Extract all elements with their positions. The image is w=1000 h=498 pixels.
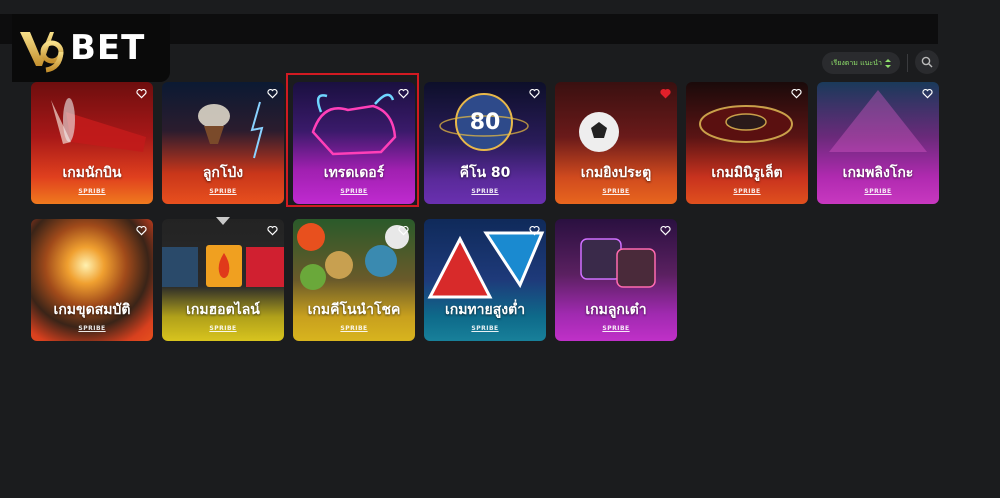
game-provider: SPRIBE: [209, 325, 237, 332]
game-card-goal[interactable]: เกมยิงประตู SPRIBE: [555, 82, 677, 204]
game-art-dice: [555, 219, 677, 341]
game-art-keno-ball: 80: [424, 82, 546, 204]
favorite-heart-icon[interactable]: [398, 225, 409, 236]
game-art-explosion: [31, 219, 153, 341]
game-card-hotline[interactable]: เกมฮอตไลน์ SPRIBE: [162, 219, 284, 341]
favorite-heart-icon[interactable]: [791, 88, 802, 99]
game-title: เกมลูกเต๋า: [585, 302, 647, 318]
sort-arrows-icon: [884, 58, 891, 68]
game-title: เกมขุดสมบัติ: [53, 302, 131, 318]
game-provider: SPRIBE: [864, 188, 892, 195]
keno-ball-number: 80: [469, 110, 501, 135]
game-card-hi-lo[interactable]: เกมทายสูงต่ำ SPRIBE: [424, 219, 546, 341]
sort-button[interactable]: เรียงตาม แนะนำ: [822, 52, 900, 74]
favorite-heart-icon[interactable]: [267, 88, 278, 99]
game-provider: SPRIBE: [602, 188, 630, 195]
toolbar-divider: [907, 54, 908, 72]
game-card-plinko[interactable]: เกมพลิงโกะ SPRIBE: [817, 82, 939, 204]
game-card-keno-lucky[interactable]: เกมคีโนนำโชค SPRIBE: [293, 219, 415, 341]
game-card-balloon[interactable]: ลูกโป่ง SPRIBE: [162, 82, 284, 204]
favorite-heart-icon[interactable]: [660, 225, 671, 236]
game-art-soccer-ball: [555, 82, 677, 204]
game-card-mini-roulette[interactable]: เกมมินิรูเล็ต SPRIBE: [686, 82, 808, 204]
sort-label: เรียงตาม แนะนำ: [831, 58, 882, 67]
game-art-airplane: [31, 82, 153, 204]
game-card-aviator[interactable]: เกมนักบิน SPRIBE: [31, 82, 153, 204]
favorite-heart-icon[interactable]: [660, 88, 671, 99]
game-art-lottery-balls: [293, 219, 415, 341]
game-provider: SPRIBE: [78, 325, 106, 332]
game-art-plinko: [817, 82, 939, 204]
game-provider: SPRIBE: [602, 325, 630, 332]
game-title: เกมคีโนนำโชค: [307, 302, 401, 318]
favorite-heart-icon[interactable]: [529, 225, 540, 236]
game-provider: SPRIBE: [471, 188, 499, 195]
game-title: เกมนักบิน: [62, 165, 122, 181]
logo[interactable]: BET: [12, 14, 170, 82]
game-title: เกมมินิรูเล็ต: [711, 165, 783, 181]
game-card-dice[interactable]: เกมลูกเต๋า SPRIBE: [555, 219, 677, 341]
game-provider: SPRIBE: [340, 325, 368, 332]
game-title: เกมพลิงโกะ: [842, 165, 914, 181]
pointer-triangle-icon: [216, 217, 230, 225]
favorite-heart-icon[interactable]: [136, 225, 147, 236]
game-art-hotline: [162, 219, 284, 341]
game-title: คีโน 80: [459, 165, 511, 181]
game-title: เกมฮอตไลน์: [186, 302, 260, 318]
game-art-balloon: [162, 82, 284, 204]
game-provider: SPRIBE: [78, 188, 106, 195]
game-provider: SPRIBE: [733, 188, 761, 195]
favorite-heart-icon[interactable]: [267, 225, 278, 236]
game-card-keno-80[interactable]: 80 คีโน 80 SPRIBE: [424, 82, 546, 204]
favorite-heart-icon[interactable]: [136, 88, 147, 99]
game-art-triangles: [424, 219, 546, 341]
game-title: เกมยิงประตู: [580, 165, 652, 181]
logo-text: BET: [70, 28, 146, 68]
game-card-mines[interactable]: เกมขุดสมบัติ SPRIBE: [31, 219, 153, 341]
search-icon: [921, 56, 933, 68]
favorite-heart-icon[interactable]: [922, 88, 933, 99]
game-title: เกมทายสูงต่ำ: [444, 302, 526, 318]
v9-logo-mark-icon: [20, 32, 64, 73]
selected-card-outline: [286, 73, 419, 207]
game-art-roulette: [686, 82, 808, 204]
game-title: ลูกโป่ง: [202, 165, 244, 181]
game-provider: SPRIBE: [471, 325, 499, 332]
game-provider: SPRIBE: [209, 188, 237, 195]
search-button[interactable]: [915, 50, 939, 74]
favorite-heart-icon[interactable]: [529, 88, 540, 99]
